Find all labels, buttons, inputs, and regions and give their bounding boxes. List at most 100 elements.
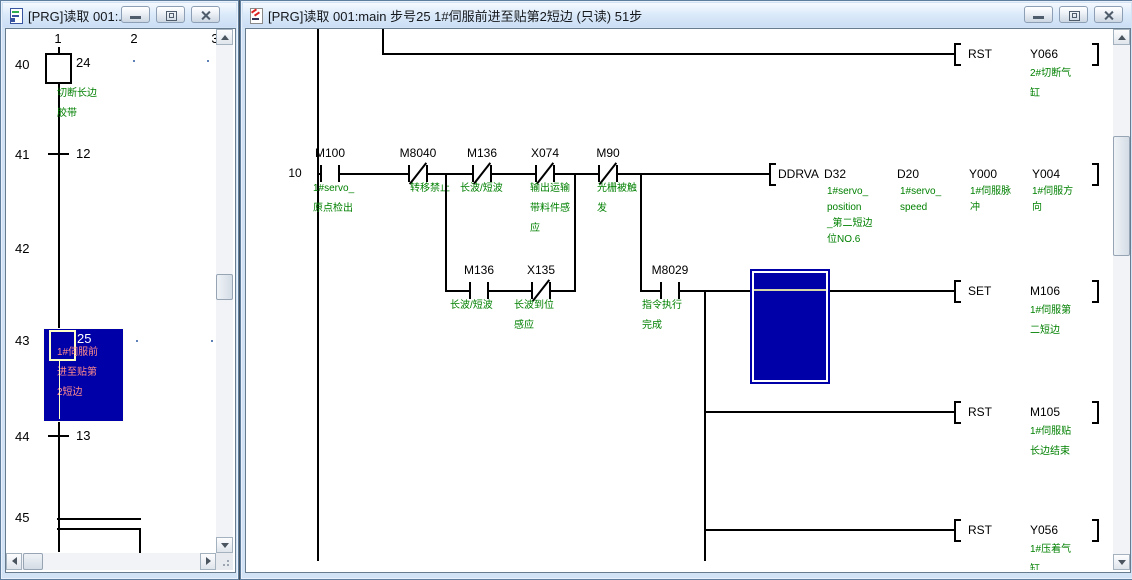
grid-dot xyxy=(133,60,135,62)
restore-icon xyxy=(166,11,177,21)
scroll-up-icon xyxy=(1118,35,1126,40)
device-comment-m100: 1#servo_原点检出 xyxy=(313,179,354,219)
step-number: 10 xyxy=(288,166,301,180)
sfc-step-comment: 切断长边胶带 xyxy=(57,84,97,124)
sfc-window-titlebar[interactable]: [PRG]读取 001:... xyxy=(3,3,236,27)
ladder-window-title: [PRG]读取 001:main 步号25 1#伺服前进至贴第2短边 (只读) … xyxy=(268,6,642,25)
minimize-button[interactable] xyxy=(121,6,150,23)
instruction-rst-m105[interactable]: RST xyxy=(968,405,992,419)
ladder-window-titlebar[interactable]: [PRG]读取 001:main 步号25 1#伺服前进至贴第2短边 (只读) … xyxy=(243,3,1131,27)
sfc-step-24[interactable] xyxy=(45,53,72,84)
scroll-thumb[interactable] xyxy=(216,274,233,300)
instruction-rst-y056[interactable]: RST xyxy=(968,523,992,537)
sfc-window: [PRG]读取 001:... 1 2 3 40 24 切断长边胶带 xyxy=(0,0,239,580)
branch-wire-vertical xyxy=(574,173,576,292)
device-label-m8029: M8029 xyxy=(652,263,689,277)
scroll-down-button[interactable] xyxy=(1113,554,1130,570)
grid-dot xyxy=(136,340,138,342)
operand-m105[interactable]: M105 xyxy=(1030,405,1060,419)
ladder-canvas: RST Y066 2#切断气缸 10 M100 1#servo_原点检出 M80… xyxy=(246,29,1113,570)
scroll-down-button[interactable] xyxy=(216,537,233,553)
device-comment-y056: 1#压着气缸 xyxy=(1030,540,1071,570)
scroll-right-button[interactable] xyxy=(200,553,216,570)
device-label-m100: M100 xyxy=(315,146,345,160)
branch-wire-vertical xyxy=(640,173,642,292)
instruction-rst-y066[interactable]: RST xyxy=(968,47,992,61)
instruction-bracket-left xyxy=(954,401,961,424)
instruction-bracket-left xyxy=(954,280,961,303)
program-icon xyxy=(9,8,23,23)
device-comment-m136: 长波/短波 xyxy=(460,179,503,199)
device-label-m8040: M8040 xyxy=(400,146,437,160)
scroll-up-button[interactable] xyxy=(216,29,233,45)
grid-dot xyxy=(211,340,213,342)
operand-y056[interactable]: Y056 xyxy=(1030,523,1058,537)
instruction-bracket-right xyxy=(1092,519,1099,542)
operand-y000[interactable]: Y000 xyxy=(969,167,997,181)
sfc-row-number: 41 xyxy=(15,147,29,162)
scroll-left-button[interactable] xyxy=(6,553,22,570)
operand-y004[interactable]: Y004 xyxy=(1032,167,1060,181)
sfc-row-number: 44 xyxy=(15,429,29,444)
sfc-step-comment: 1#伺服前进至贴第2短边 xyxy=(57,343,98,403)
scroll-right-icon xyxy=(206,557,211,565)
operand-m106[interactable]: M106 xyxy=(1030,284,1060,298)
restore-button[interactable] xyxy=(156,6,185,23)
sfc-canvas: 1 2 3 40 24 切断长边胶带 41 12 42 43 xyxy=(6,29,216,553)
sfc-row-number: 43 xyxy=(15,333,29,348)
sfc-column-header: 1 xyxy=(54,31,61,46)
branch-wire-vertical xyxy=(704,290,706,561)
sfc-transition-13[interactable] xyxy=(48,435,69,437)
scroll-down-icon xyxy=(1118,560,1126,565)
sfc-row-number: 42 xyxy=(15,241,29,256)
close-button[interactable] xyxy=(1094,6,1123,23)
minimize-icon xyxy=(130,16,141,19)
sfc-flow-line xyxy=(139,528,141,553)
ladder-vertical-scrollbar[interactable] xyxy=(1113,29,1130,570)
ladder-window: [PRG]读取 001:main 步号25 1#伺服前进至贴第2短边 (只读) … xyxy=(240,0,1132,580)
minimize-button[interactable] xyxy=(1024,6,1053,23)
scroll-thumb[interactable] xyxy=(23,553,43,570)
operand-d20[interactable]: D20 xyxy=(897,167,919,181)
scroll-thumb[interactable] xyxy=(1113,136,1130,256)
sfc-transition-12[interactable] xyxy=(48,153,69,155)
sfc-parallel-line xyxy=(57,518,141,520)
device-comment-x135: 长波到位感应 xyxy=(514,296,554,336)
device-comment-y066: 2#切断气缸 xyxy=(1030,64,1071,104)
device-comment-m90: 光栅被触发 xyxy=(597,179,637,219)
close-button[interactable] xyxy=(191,6,220,23)
grid-dot xyxy=(207,60,209,62)
scroll-down-icon xyxy=(221,543,229,548)
mdi-workspace: { "left": { "title": "[PRG]读取 001:...", … xyxy=(0,0,1132,578)
restore-button[interactable] xyxy=(1059,6,1088,23)
device-label-m90: M90 xyxy=(596,146,619,160)
rung-wire xyxy=(704,529,954,531)
instruction-bracket-left xyxy=(769,163,776,186)
wire-highlight xyxy=(754,289,826,291)
sfc-horizontal-scrollbar[interactable] xyxy=(6,553,216,570)
device-comment-y000: 1#伺服脉冲 xyxy=(970,184,1011,216)
instruction-ddrva[interactable]: DDRVA xyxy=(778,167,819,181)
scroll-up-icon xyxy=(221,35,229,40)
rung-wire xyxy=(704,411,954,413)
sfc-vertical-scrollbar[interactable] xyxy=(216,29,233,553)
sfc-step-25-selected[interactable]: 25 1#伺服前进至贴第2短边 xyxy=(43,328,124,422)
device-comment-d20: 1#servo_speed xyxy=(900,184,941,216)
device-comment-x074: 输出运输带料件感应 xyxy=(530,179,570,239)
instruction-bracket-right xyxy=(1092,280,1099,303)
device-comment-d32: 1#servo_position_第二短边位NO.6 xyxy=(827,184,873,248)
sfc-parallel-line xyxy=(57,528,141,530)
ladder-icon xyxy=(249,8,263,23)
restore-icon xyxy=(1069,11,1080,21)
scroll-up-button[interactable] xyxy=(1113,29,1130,45)
branch-wire-vertical xyxy=(382,29,384,54)
operand-y066[interactable]: Y066 xyxy=(1030,47,1058,61)
operand-d32[interactable]: D32 xyxy=(824,167,846,181)
rung-wire xyxy=(445,290,576,292)
device-label-x135: X135 xyxy=(527,263,555,277)
sfc-step-number: 24 xyxy=(76,55,90,70)
rung-wire xyxy=(382,53,954,55)
device-comment-m8029: 指令执行完成 xyxy=(642,296,682,336)
instruction-set-m106[interactable]: SET xyxy=(968,284,991,298)
edit-cursor-cell[interactable] xyxy=(750,269,830,384)
